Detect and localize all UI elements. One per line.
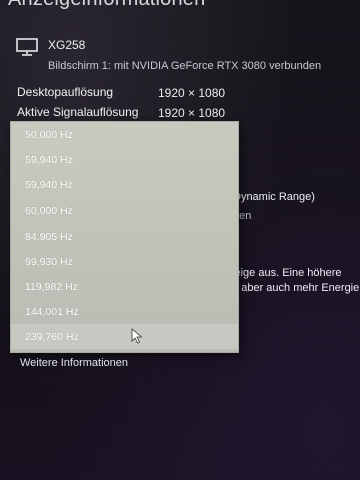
- monitor-name: XG258: [48, 38, 86, 52]
- refresh-rate-option-selected[interactable]: 239,760 Hz: [11, 324, 238, 349]
- refresh-rate-option[interactable]: 119,982 Hz: [11, 274, 238, 299]
- refresh-rate-dropdown[interactable]: 50,000 Hz 59,940 Hz 59,940 Hz 60,000 Hz …: [10, 121, 239, 353]
- refresh-note-line-2: gt aber auch mehr Energie.: [229, 282, 360, 294]
- desktop-resolution-value: 1920 × 1080: [158, 86, 226, 100]
- mouse-cursor-icon: [131, 328, 143, 344]
- monitor-connection: Bildschirm 1: mit NVIDIA GeForce RTX 308…: [48, 60, 322, 72]
- refresh-rate-option[interactable]: 60,000 Hz: [11, 198, 238, 223]
- refresh-rate-option[interactable]: 99,930 Hz: [11, 249, 238, 274]
- refresh-note-line-1: zeige aus. Eine höhere: [229, 267, 342, 279]
- refresh-rate-option[interactable]: 144,001 Hz: [11, 299, 238, 324]
- refresh-rate-option[interactable]: 50,000 Hz: [11, 122, 238, 147]
- monitor-icon: [16, 38, 38, 56]
- active-signal-resolution-label: Aktive Signalauflösung: [17, 105, 139, 119]
- refresh-rate-option[interactable]: 59,940 Hz: [11, 172, 238, 197]
- desktop-resolution-label: Desktopauflösung: [17, 85, 114, 99]
- active-signal-resolution-value: 1920 × 1080: [158, 106, 226, 120]
- page-title: Anzeigeinformationen: [8, 0, 205, 11]
- dynamic-range-text: Dynamic Range): [233, 191, 315, 203]
- refresh-rate-option[interactable]: 84,905 Hz: [11, 224, 238, 249]
- more-information-link[interactable]: Weitere Informationen: [20, 357, 128, 369]
- refresh-rate-option[interactable]: 59,940 Hz: [11, 147, 238, 172]
